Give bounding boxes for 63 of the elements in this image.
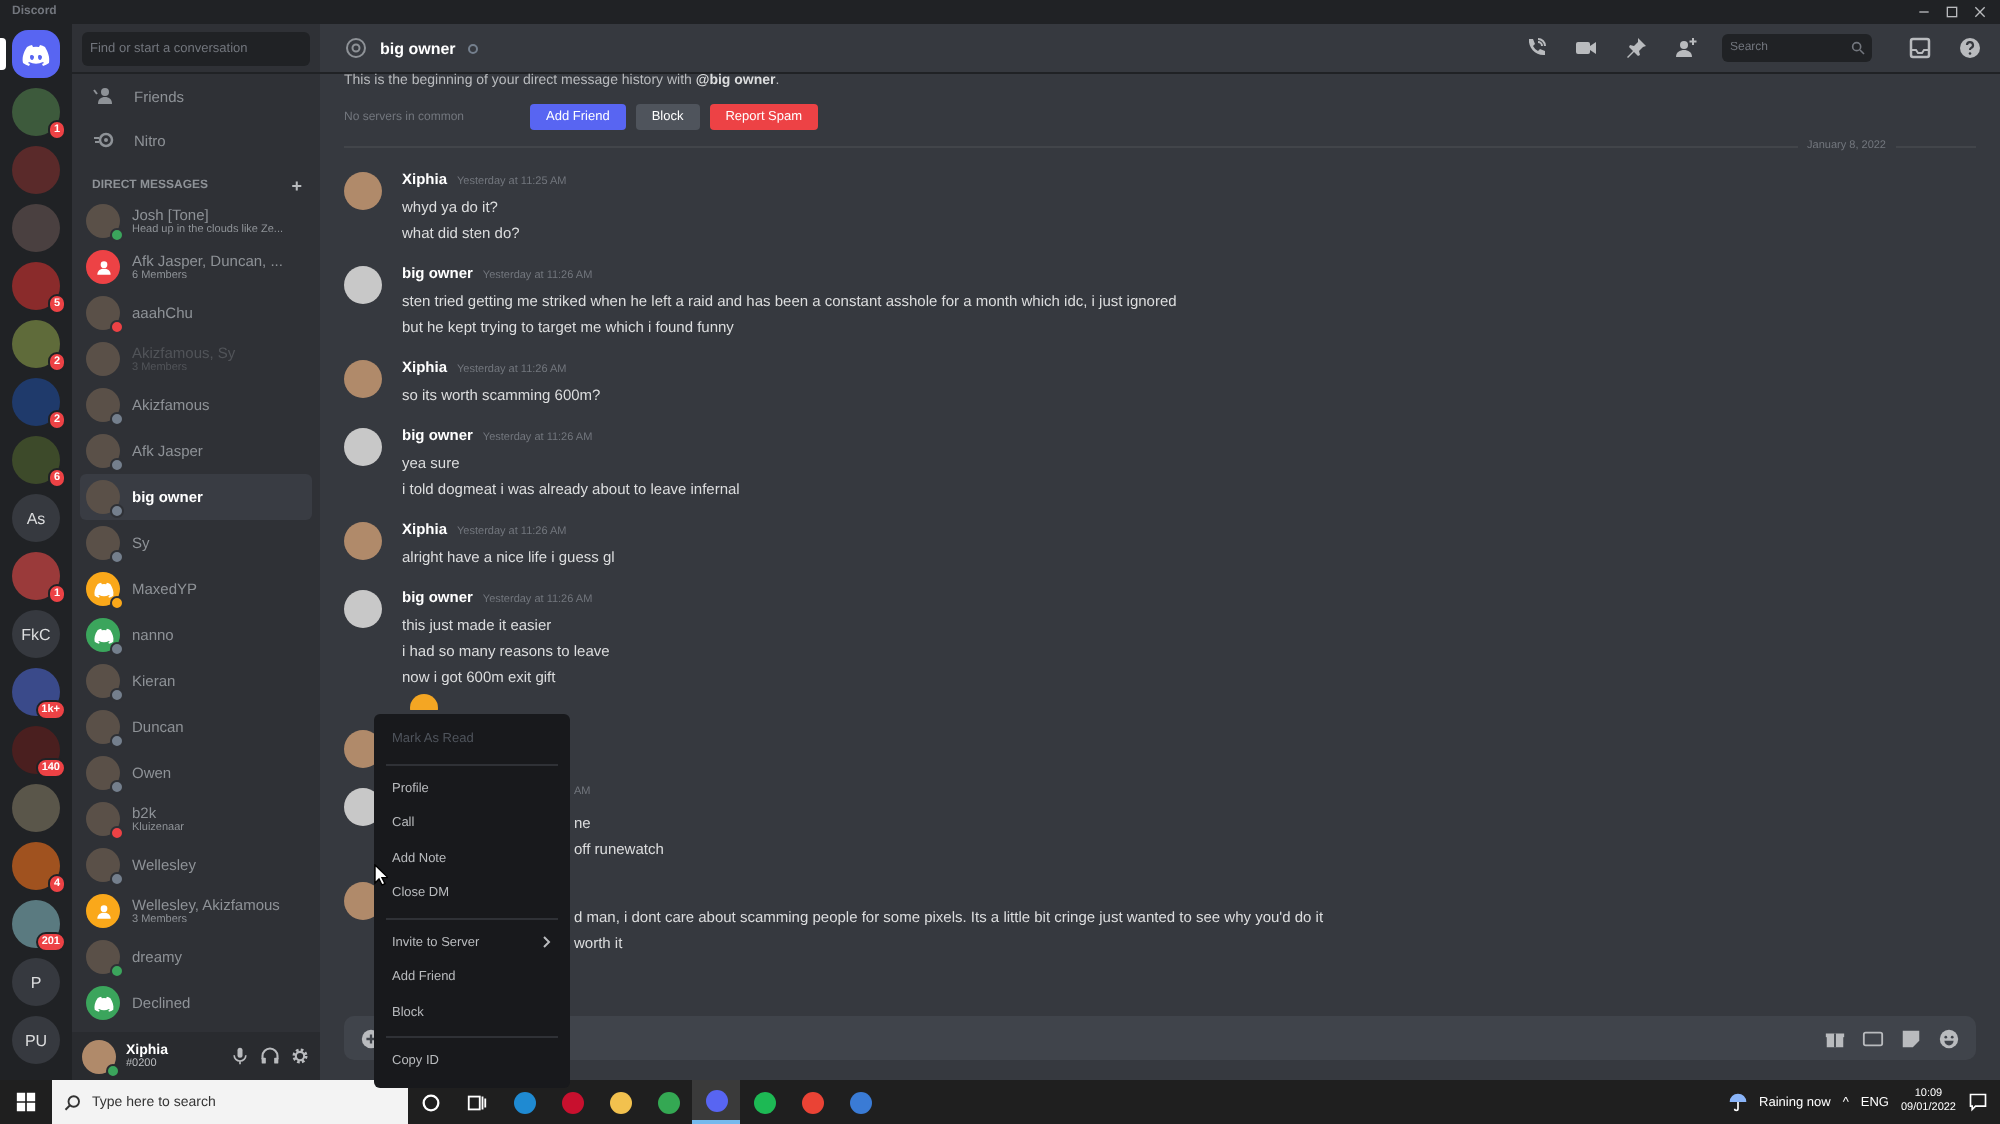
channel-title: big owner bbox=[380, 39, 456, 57]
server-icon[interactable] bbox=[12, 668, 60, 716]
avatar bbox=[86, 802, 120, 836]
sticker-icon bbox=[1900, 1027, 1922, 1049]
add-user-icon bbox=[1674, 36, 1698, 60]
server-icon[interactable]: As bbox=[12, 494, 60, 542]
video-camera-icon bbox=[1574, 36, 1598, 60]
mouse-pointer-icon bbox=[374, 864, 388, 886]
at-sign-icon bbox=[344, 36, 368, 60]
discord-logo-icon bbox=[93, 993, 113, 1013]
avatar bbox=[86, 526, 120, 560]
nitro-icon bbox=[92, 128, 116, 152]
server-icon[interactable]: FkC bbox=[12, 610, 60, 658]
search-icon bbox=[64, 1094, 82, 1112]
add-dm-button[interactable]: + bbox=[291, 180, 302, 192]
discord-logo-icon bbox=[93, 579, 113, 599]
notification-icon bbox=[1968, 1092, 1988, 1112]
phone-call-icon bbox=[1524, 36, 1548, 60]
circle-icon bbox=[420, 1091, 442, 1113]
gif-icon bbox=[1862, 1027, 1884, 1049]
server-icon[interactable] bbox=[12, 726, 60, 774]
task-view-icon bbox=[466, 1091, 488, 1113]
avatar bbox=[82, 1039, 116, 1073]
windows-logo-icon bbox=[16, 1092, 36, 1112]
avatar bbox=[86, 940, 120, 974]
microphone-icon bbox=[230, 1046, 250, 1066]
avatar bbox=[344, 590, 382, 628]
discord-logo-icon bbox=[93, 625, 113, 645]
selection-indicator bbox=[0, 38, 6, 70]
server-icon[interactable] bbox=[12, 900, 60, 948]
avatar bbox=[344, 266, 382, 304]
avatar bbox=[86, 204, 120, 238]
server-icon[interactable]: P bbox=[12, 958, 60, 1006]
avatar bbox=[86, 342, 120, 376]
avatar bbox=[344, 522, 382, 560]
discord-home-button[interactable] bbox=[12, 30, 60, 78]
avatar bbox=[86, 848, 120, 882]
avatar bbox=[86, 434, 120, 468]
umbrella-icon bbox=[1727, 1092, 1748, 1112]
avatar bbox=[86, 296, 120, 330]
taskbar-app[interactable] bbox=[692, 1080, 740, 1124]
avatar bbox=[344, 360, 382, 398]
inbox-icon bbox=[1908, 36, 1932, 60]
discord-logo-icon bbox=[22, 43, 50, 65]
settings-icon bbox=[290, 1046, 310, 1066]
avatar bbox=[86, 756, 120, 790]
pin-icon bbox=[1624, 36, 1648, 60]
close-icon bbox=[1972, 4, 1988, 20]
avatar bbox=[86, 388, 120, 422]
group-icon bbox=[93, 901, 113, 921]
headphones-icon bbox=[260, 1046, 280, 1066]
server-icon[interactable]: PU bbox=[12, 1016, 60, 1064]
emoji-icon bbox=[1938, 1027, 1960, 1049]
maximize-icon bbox=[1944, 4, 1960, 20]
avatar bbox=[344, 428, 382, 466]
group-icon bbox=[93, 257, 113, 277]
avatar bbox=[86, 710, 120, 744]
avatar bbox=[86, 664, 120, 698]
friends-icon bbox=[92, 84, 116, 108]
avatar bbox=[344, 172, 382, 210]
search-icon bbox=[1850, 40, 1866, 56]
avatar bbox=[86, 480, 120, 514]
help-icon bbox=[1958, 36, 1982, 60]
